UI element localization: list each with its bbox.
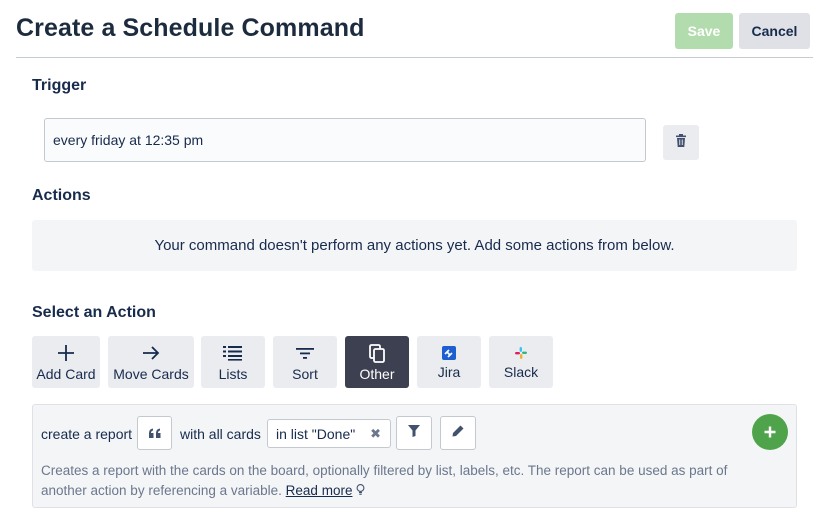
- lightbulb-icon: [356, 483, 365, 498]
- tile-add-card[interactable]: Add Card: [32, 336, 100, 388]
- actions-heading: Actions: [32, 187, 91, 204]
- list-icon: [223, 342, 243, 364]
- arrow-right-icon: [142, 342, 160, 364]
- add-action-button[interactable]: [752, 414, 788, 450]
- filter-button[interactable]: [396, 416, 432, 450]
- actions-empty-state: Your command doesn't perform any actions…: [32, 220, 797, 271]
- action-prefix-text: create a report: [41, 426, 133, 442]
- filter-icon: [408, 424, 420, 442]
- copy-icon: [369, 342, 385, 364]
- plus-icon: [764, 421, 776, 444]
- action-description: Creates a report with the cards on the b…: [41, 461, 741, 501]
- action-middle-text: with all cards: [180, 426, 261, 442]
- trigger-heading: Trigger: [32, 77, 87, 94]
- tile-slack[interactable]: Slack: [489, 336, 553, 388]
- tile-jira[interactable]: Jira: [417, 336, 481, 388]
- tile-other[interactable]: Other: [345, 336, 409, 388]
- page-title: Create a Schedule Command: [16, 14, 365, 42]
- actions-empty-message: Your command doesn't perform any actions…: [154, 237, 675, 254]
- page-header: Create a Schedule Command Save Cancel: [16, 0, 813, 58]
- plus-icon: [57, 342, 75, 364]
- pencil-icon: [452, 424, 464, 442]
- tile-label: Other: [359, 366, 395, 382]
- action-config-panel: create a report with all cards in list "…: [32, 404, 797, 508]
- tile-label: Add Card: [36, 366, 96, 382]
- action-description-text: Creates a report with the cards on the b…: [41, 463, 728, 498]
- tile-label: Slack: [503, 363, 539, 380]
- cancel-button[interactable]: Cancel: [739, 13, 810, 49]
- sort-icon: [296, 342, 314, 364]
- tile-lists[interactable]: Lists: [201, 336, 265, 388]
- delete-trigger-button[interactable]: [663, 125, 699, 160]
- variable-name-button[interactable]: [137, 416, 172, 450]
- save-button[interactable]: Save: [675, 13, 733, 49]
- read-more-link[interactable]: Read more: [286, 483, 353, 498]
- jira-icon: [442, 345, 456, 361]
- tile-label: Move Cards: [113, 366, 189, 382]
- remove-filter-icon[interactable]: ✖: [370, 426, 381, 442]
- list-filter-chip[interactable]: in list "Done" ✖: [267, 419, 391, 448]
- trash-icon: [675, 133, 687, 152]
- quote-icon: [148, 423, 162, 444]
- trigger-input[interactable]: every friday at 12:35 pm: [44, 118, 646, 162]
- list-filter-label: in list "Done": [276, 425, 356, 442]
- tile-sort[interactable]: Sort: [273, 336, 337, 388]
- slack-icon: [515, 345, 527, 361]
- select-action-heading: Select an Action: [32, 304, 156, 321]
- edit-button[interactable]: [440, 416, 476, 450]
- tile-move-cards[interactable]: Move Cards: [108, 336, 194, 388]
- tile-label: Sort: [292, 366, 318, 382]
- tile-label: Lists: [218, 366, 248, 382]
- tile-label: Jira: [437, 363, 461, 380]
